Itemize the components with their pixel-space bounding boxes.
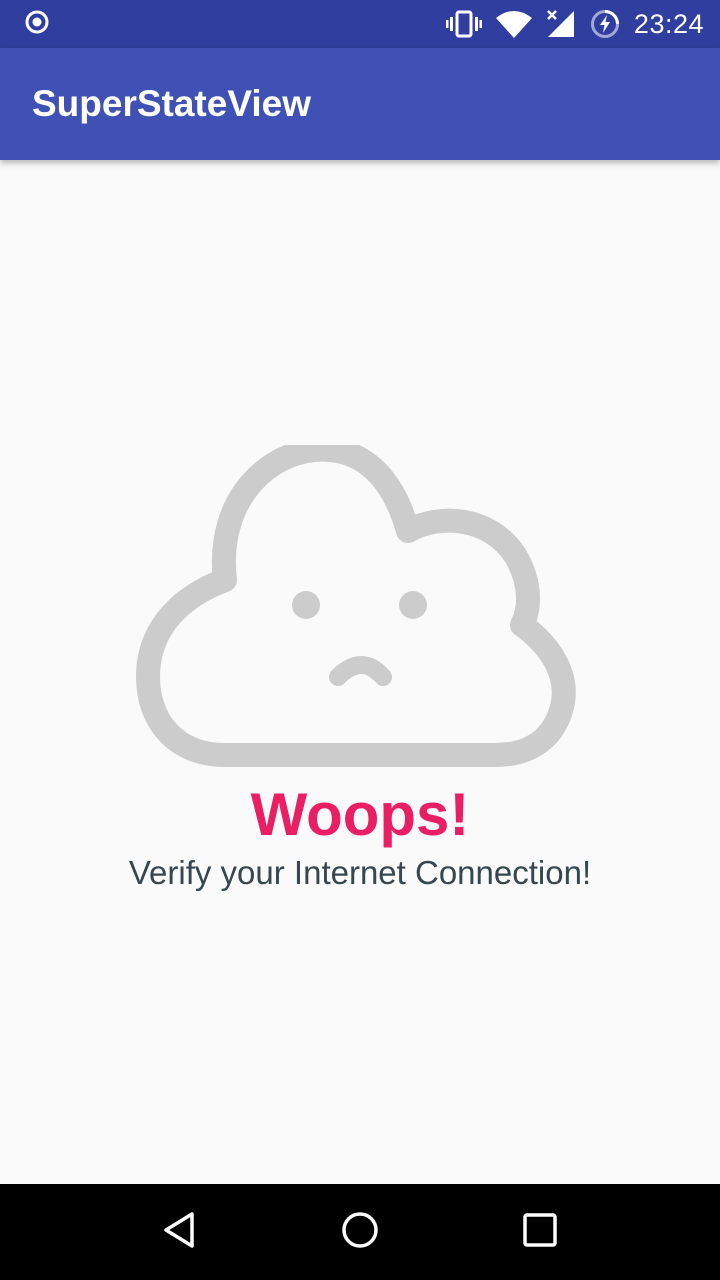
sad-cloud-icon bbox=[130, 437, 590, 775]
state-description: Verify your Internet Connection! bbox=[128, 854, 592, 891]
back-button[interactable] bbox=[150, 1202, 210, 1262]
status-clock: 23:24 bbox=[633, 8, 704, 39]
wifi-icon bbox=[495, 10, 532, 38]
home-icon bbox=[340, 1210, 380, 1255]
vibrate-icon bbox=[445, 9, 482, 39]
recents-icon bbox=[520, 1210, 560, 1255]
state-view: Woops! Verify your Internet Connection! bbox=[0, 160, 720, 1184]
app-bar: SuperStateView bbox=[0, 48, 720, 160]
app-title: SuperStateView bbox=[32, 83, 311, 124]
navigation-bar bbox=[0, 1184, 720, 1280]
status-bar: 23:24 bbox=[0, 0, 720, 48]
state-title: Woops! bbox=[250, 781, 470, 848]
home-button[interactable] bbox=[330, 1202, 390, 1262]
cellular-no-signal-icon bbox=[546, 9, 576, 39]
recents-button[interactable] bbox=[510, 1202, 570, 1262]
record-icon bbox=[24, 9, 50, 40]
back-icon bbox=[160, 1210, 200, 1255]
battery-charging-icon bbox=[590, 9, 620, 39]
